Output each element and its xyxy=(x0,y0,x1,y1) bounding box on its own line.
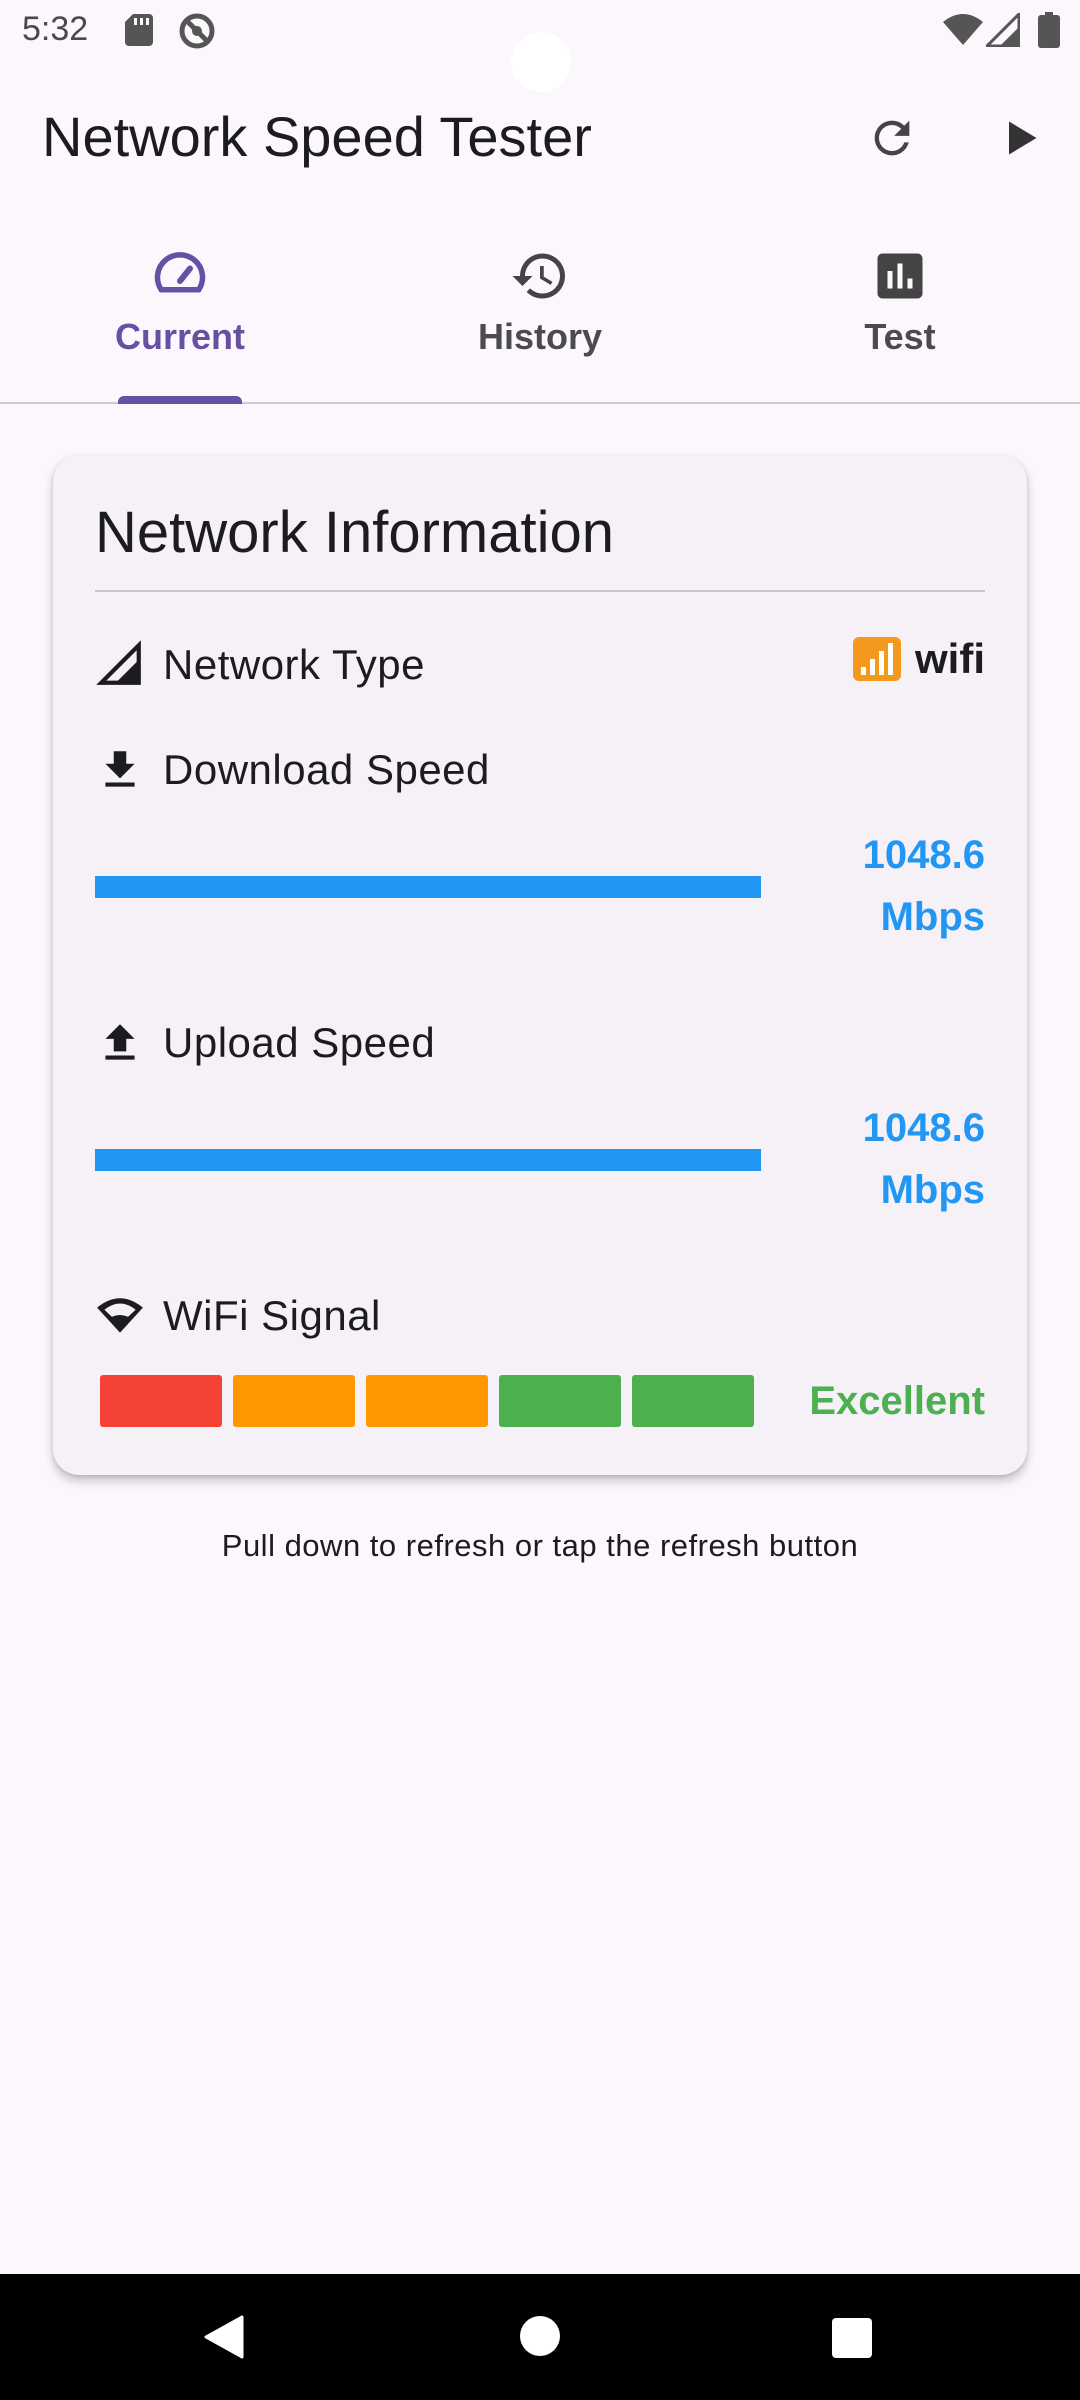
tab-test[interactable]: Test xyxy=(720,232,1080,402)
download-speed-value: 1048.6 Mbps xyxy=(805,824,985,948)
refresh-hint: Pull down to refresh or tap the refresh … xyxy=(221,1528,859,1563)
network-type-label: Network Type xyxy=(163,641,425,688)
battery-icon xyxy=(1038,12,1060,48)
status-bar: 5:32 xyxy=(0,0,1080,92)
bar-chart-icon xyxy=(877,253,923,299)
speedometer-icon xyxy=(154,252,206,293)
signal-segment-3 xyxy=(366,1375,488,1427)
upload-icon xyxy=(105,1024,135,1060)
signal-segment-4 xyxy=(499,1375,621,1427)
recents-button[interactable] xyxy=(832,2318,872,2358)
upload-progress-fill xyxy=(95,1149,761,1171)
sd-card-icon xyxy=(125,14,153,46)
network-info-card: Network Information Network Type wifi Do… xyxy=(53,455,1027,1475)
do-not-disturb-icon xyxy=(179,13,215,49)
tab-label: Test xyxy=(864,316,936,357)
tab-bar: Current History Test xyxy=(0,232,1080,404)
wifi-signal-status: Excellent xyxy=(809,1379,985,1423)
network-type-text: wifi xyxy=(915,635,985,682)
history-icon xyxy=(512,253,565,299)
tab-indicator xyxy=(118,396,242,404)
wifi-icon xyxy=(943,14,983,45)
tab-current[interactable]: Current xyxy=(0,232,360,404)
tab-label: History xyxy=(477,316,603,357)
download-progress-bar xyxy=(95,876,761,898)
back-icon[interactable] xyxy=(202,2314,248,2360)
status-time: 5:32 xyxy=(22,10,89,48)
signal-segment-1 xyxy=(100,1375,222,1427)
card-title: Network Information xyxy=(95,500,614,565)
download-icon xyxy=(105,751,135,787)
home-button[interactable] xyxy=(520,2316,560,2356)
play-icon xyxy=(1009,121,1037,155)
wifi-icon xyxy=(97,1298,143,1333)
tab-history[interactable]: History xyxy=(360,232,720,402)
refresh-button[interactable] xyxy=(858,104,926,172)
network-type-value: wifi xyxy=(853,635,985,683)
signal-bars-emoji-icon xyxy=(853,637,901,681)
download-progress-fill xyxy=(95,876,761,898)
upload-label: Upload Speed xyxy=(163,1019,436,1066)
download-label: Download Speed xyxy=(163,746,490,793)
system-nav-bar xyxy=(0,2274,1080,2400)
download-speed-number: 1048.6 xyxy=(862,833,985,877)
cell-signal-icon xyxy=(96,640,141,685)
tab-label: Current xyxy=(114,316,245,357)
app-title: Network Speed Tester xyxy=(42,105,592,168)
download-speed-unit: Mbps xyxy=(880,895,985,939)
upload-speed-unit: Mbps xyxy=(880,1168,985,1212)
signal-segment-2 xyxy=(233,1375,355,1427)
upload-speed-value: 1048.6 Mbps xyxy=(805,1097,985,1221)
app-bar: Network Speed Tester xyxy=(0,76,1080,196)
refresh-icon xyxy=(874,120,910,156)
signal-segment-5 xyxy=(632,1375,754,1427)
upload-progress-bar xyxy=(95,1149,761,1171)
cell-signal-icon xyxy=(986,13,1020,47)
screen: 5:32 Network Speed Tester Current Histor… xyxy=(0,0,1080,2400)
upload-speed-number: 1048.6 xyxy=(862,1106,985,1150)
wifi-signal-label: WiFi Signal xyxy=(163,1292,381,1339)
play-button[interactable] xyxy=(986,104,1054,172)
divider xyxy=(95,590,985,592)
